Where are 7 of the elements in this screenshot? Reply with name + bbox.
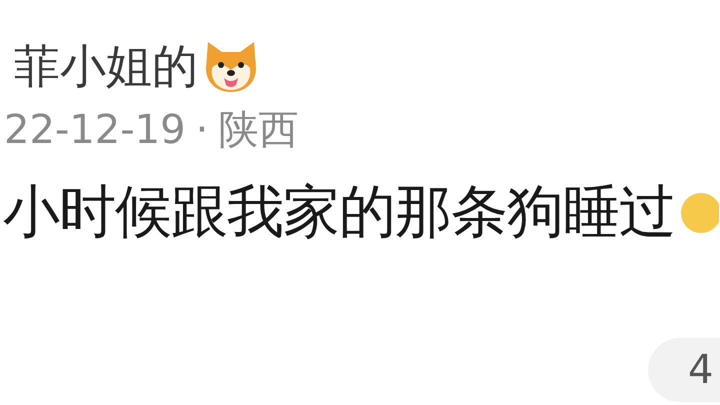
comment-text: 小时候跟我家的那条狗睡过 <box>3 184 675 241</box>
emoji-icon <box>679 190 719 234</box>
author-name: 菲小姐的 <box>14 43 198 89</box>
comment-date: 22-12-19 <box>4 110 186 150</box>
separator-dot: · <box>196 110 208 150</box>
reply-count-button[interactable]: 4 <box>648 338 720 402</box>
comment-location: 陕西 <box>218 110 298 150</box>
